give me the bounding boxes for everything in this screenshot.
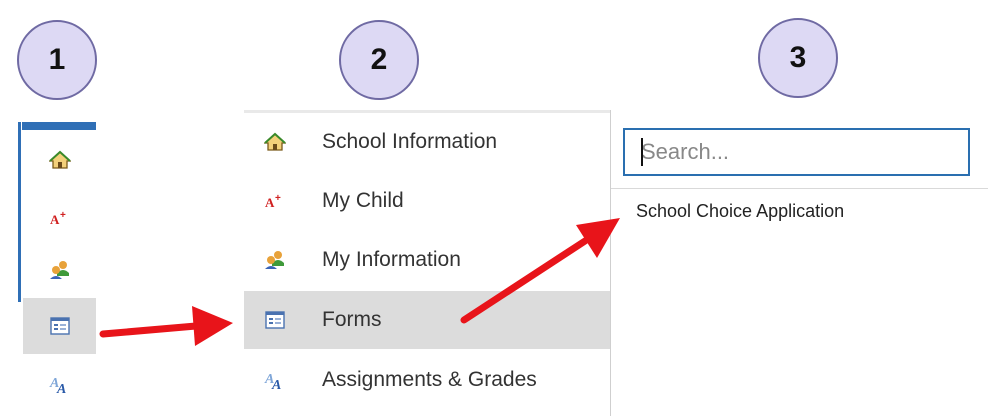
arrow-1-to-2 — [99, 322, 200, 338]
menu-item-school-information[interactable]: School Information — [244, 113, 610, 171]
collapsed-item-forms[interactable] — [23, 298, 96, 354]
form-icon — [49, 317, 70, 335]
people-icon — [250, 249, 300, 271]
assignments-icon: A A — [49, 376, 66, 395]
collapsed-item-my-child[interactable]: A + — [23, 190, 96, 246]
home-icon — [250, 132, 300, 152]
home-icon — [48, 150, 71, 169]
collapsed-item-my-information[interactable] — [23, 242, 96, 298]
svg-text:+: + — [275, 193, 281, 204]
menu-item-label: School Information — [322, 130, 498, 153]
step-2-badge: 2 — [339, 20, 419, 100]
menu-item-my-child[interactable]: A + My Child — [244, 172, 610, 230]
menu-item-forms[interactable]: Forms — [244, 291, 610, 349]
assignments-icon: A A — [250, 369, 300, 391]
svg-text:+: + — [60, 210, 66, 221]
step-1-badge: 1 — [17, 20, 97, 100]
collapsed-item-assignments[interactable]: A A — [23, 356, 96, 412]
expanded-sidebar-menu: School Information A + My Child My Infor… — [244, 110, 611, 416]
grade-icon: A + — [50, 210, 66, 227]
forms-search-input[interactable] — [623, 128, 970, 176]
sidebar-scroll-indicator — [18, 122, 21, 302]
form-item-school-choice-application[interactable]: School Choice Application — [636, 201, 844, 222]
people-icon — [49, 261, 69, 279]
menu-item-assignments-grades[interactable]: A A Assignments & Grades — [244, 351, 610, 409]
arrow-1-to-2-head — [192, 306, 233, 346]
text-cursor — [641, 138, 643, 166]
menu-item-label: Forms — [322, 308, 382, 331]
svg-text:A: A — [50, 212, 60, 227]
menu-item-my-information[interactable]: My Information — [244, 231, 610, 289]
form-icon — [250, 311, 300, 329]
menu-item-label: Assignments & Grades — [322, 368, 537, 391]
svg-text:A: A — [56, 382, 66, 395]
forms-panel-divider — [611, 188, 988, 189]
menu-item-label: My Child — [322, 189, 404, 212]
menu-item-label: My Information — [322, 248, 461, 271]
collapsed-item-school-information[interactable] — [23, 132, 96, 188]
menu-top-border — [244, 110, 610, 113]
grade-icon: A + — [250, 191, 300, 211]
step-3-badge: 3 — [758, 18, 838, 98]
sidebar-accent-bar — [22, 122, 96, 130]
svg-text:A: A — [271, 378, 281, 391]
svg-text:A: A — [265, 195, 275, 210]
